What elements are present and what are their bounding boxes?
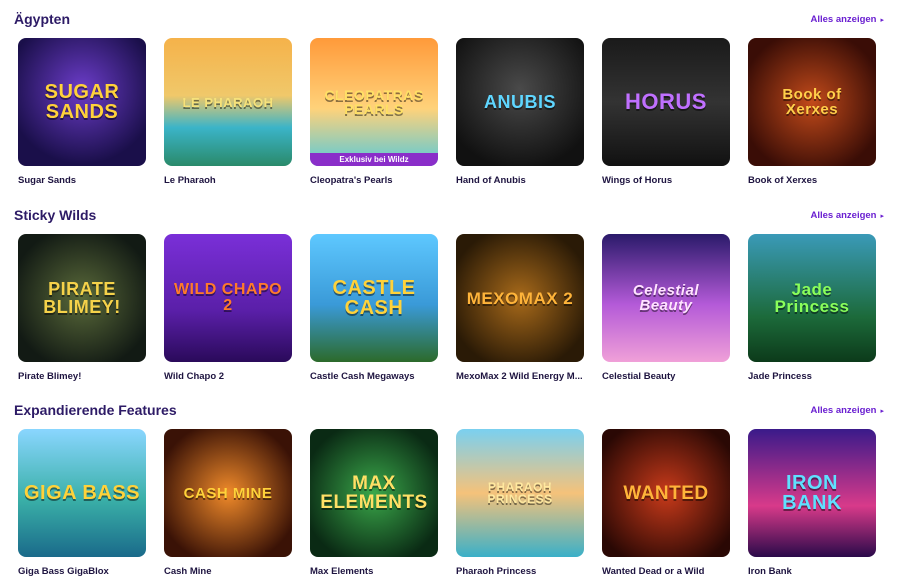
game-art-text: MEXOMAX 2 xyxy=(466,288,574,308)
see-all-link[interactable]: Alles anzeigen ▸ xyxy=(810,405,884,416)
see-all-label: Alles anzeigen xyxy=(810,14,877,25)
game-thumbnail[interactable]: PIRATE BLIMEY! xyxy=(18,234,146,362)
game-art-text: SUGAR SANDS xyxy=(44,81,120,123)
game-tile[interactable]: WANTED Wanted Dead or a Wild xyxy=(602,429,730,577)
game-art-text: WILD CHAPO 2 xyxy=(173,281,283,314)
game-name[interactable]: Pharaoh Princess xyxy=(456,566,584,577)
game-tile[interactable]: MEXOMAX 2 MexoMax 2 Wild Energy M... xyxy=(456,234,584,382)
game-name[interactable]: Iron Bank xyxy=(748,566,876,577)
game-tile[interactable]: CASH MINE Cash Mine xyxy=(164,429,292,577)
chevron-right-icon: ▸ xyxy=(880,16,884,24)
game-tile[interactable]: Celestial Beauty Celestial Beauty xyxy=(602,234,730,382)
game-thumbnail[interactable]: CLEOPATRAS PEARLS Exklusiv bei Wildz xyxy=(310,38,438,166)
game-tile[interactable]: CLEOPATRAS PEARLS Exklusiv bei Wildz Cle… xyxy=(310,38,438,186)
game-art-text: CASTLE CASH xyxy=(332,277,416,319)
game-tile[interactable]: PIRATE BLIMEY! Pirate Blimey! xyxy=(18,234,146,382)
game-name[interactable]: Celestial Beauty xyxy=(602,371,730,382)
game-thumbnail[interactable]: CASTLE CASH xyxy=(310,234,438,362)
game-art-text: PHARAOH PRINCESS xyxy=(487,480,553,506)
game-name[interactable]: Wanted Dead or a Wild xyxy=(602,566,730,577)
game-thumbnail[interactable]: Jade Princess xyxy=(748,234,876,362)
game-art-text: MAX ELEMENTS xyxy=(320,473,428,513)
game-thumbnail[interactable]: Book of Xerxes xyxy=(748,38,876,166)
game-art-text: Jade Princess xyxy=(774,280,850,316)
game-art-text: IRON BANK xyxy=(782,472,842,514)
game-thumbnail[interactable]: GIGA BASS xyxy=(18,429,146,557)
see-all-label: Alles anzeigen xyxy=(810,405,877,416)
game-tile[interactable]: HORUS Wings of Horus xyxy=(602,38,730,186)
game-art-text: WANTED xyxy=(623,482,709,504)
game-thumbnail[interactable]: ANUBIS xyxy=(456,38,584,166)
game-tile[interactable]: MAX ELEMENTS Max Elements xyxy=(310,429,438,577)
section-title: Sticky Wilds xyxy=(14,207,97,223)
game-thumbnail[interactable]: WILD CHAPO 2 xyxy=(164,234,292,362)
section-title: Ägypten xyxy=(14,11,70,27)
game-name[interactable]: Pirate Blimey! xyxy=(18,371,146,382)
see-all-label: Alles anzeigen xyxy=(810,210,877,221)
game-thumbnail[interactable]: IRON BANK xyxy=(748,429,876,557)
game-name[interactable]: Wings of Horus xyxy=(602,175,730,186)
game-tile[interactable]: IRON BANK Iron Bank xyxy=(748,429,876,577)
game-tile[interactable]: Jade Princess Jade Princess xyxy=(748,234,876,382)
game-name[interactable]: Max Elements xyxy=(310,566,438,577)
game-thumbnail[interactable]: SUGAR SANDS xyxy=(18,38,146,166)
game-art-text: CASH MINE xyxy=(183,484,273,502)
game-art-text: Book of Xerxes xyxy=(782,86,842,118)
game-name[interactable]: Giga Bass GigaBlox xyxy=(18,566,146,577)
game-art-text: ANUBIS xyxy=(483,92,556,112)
game-name[interactable]: Castle Cash Megaways xyxy=(310,371,438,382)
game-art-text: CLEOPATRAS PEARLS xyxy=(324,87,424,117)
game-tile[interactable]: Book of Xerxes Book of Xerxes xyxy=(748,38,876,186)
game-name[interactable]: MexoMax 2 Wild Energy M... xyxy=(456,371,584,382)
game-name[interactable]: Wild Chapo 2 xyxy=(164,371,292,382)
game-name[interactable]: Jade Princess xyxy=(748,371,876,382)
exclusive-ribbon: Exklusiv bei Wildz xyxy=(310,153,438,166)
game-tile[interactable]: PHARAOH PRINCESS Pharaoh Princess xyxy=(456,429,584,577)
game-thumbnail[interactable]: HORUS xyxy=(602,38,730,166)
game-art-text: HORUS xyxy=(625,89,707,114)
game-name[interactable]: Cash Mine xyxy=(164,566,292,577)
game-art-text: LE PHARAOH xyxy=(182,94,274,110)
game-name[interactable]: Book of Xerxes xyxy=(748,175,876,186)
see-all-link[interactable]: Alles anzeigen ▸ xyxy=(810,14,884,25)
game-tile[interactable]: SUGAR SANDS Sugar Sands xyxy=(18,38,146,186)
see-all-link[interactable]: Alles anzeigen ▸ xyxy=(810,210,884,221)
game-thumbnail[interactable]: Celestial Beauty xyxy=(602,234,730,362)
game-tile[interactable]: GIGA BASS Giga Bass GigaBlox xyxy=(18,429,146,577)
game-art-text: Celestial Beauty xyxy=(632,282,700,314)
game-name[interactable]: Le Pharaoh xyxy=(164,175,292,186)
game-thumbnail[interactable]: CASH MINE xyxy=(164,429,292,557)
game-name[interactable]: Sugar Sands xyxy=(18,175,146,186)
chevron-right-icon: ▸ xyxy=(880,212,884,220)
game-tile[interactable]: ANUBIS Hand of Anubis xyxy=(456,38,584,186)
game-thumbnail[interactable]: MEXOMAX 2 xyxy=(456,234,584,362)
game-thumbnail[interactable]: PHARAOH PRINCESS xyxy=(456,429,584,557)
chevron-right-icon: ▸ xyxy=(880,407,884,415)
game-tile[interactable]: LE PHARAOH Le Pharaoh xyxy=(164,38,292,186)
game-tile[interactable]: WILD CHAPO 2 Wild Chapo 2 xyxy=(164,234,292,382)
game-art-text: PIRATE BLIMEY! xyxy=(43,279,121,317)
game-thumbnail[interactable]: MAX ELEMENTS xyxy=(310,429,438,557)
game-name[interactable]: Cleopatra's Pearls xyxy=(310,175,438,186)
game-name[interactable]: Hand of Anubis xyxy=(456,175,584,186)
game-tile[interactable]: CASTLE CASH Castle Cash Megaways xyxy=(310,234,438,382)
section-title: Expandierende Features xyxy=(14,402,177,418)
game-art-text: GIGA BASS xyxy=(24,482,140,504)
game-thumbnail[interactable]: WANTED xyxy=(602,429,730,557)
game-thumbnail[interactable]: LE PHARAOH xyxy=(164,38,292,166)
